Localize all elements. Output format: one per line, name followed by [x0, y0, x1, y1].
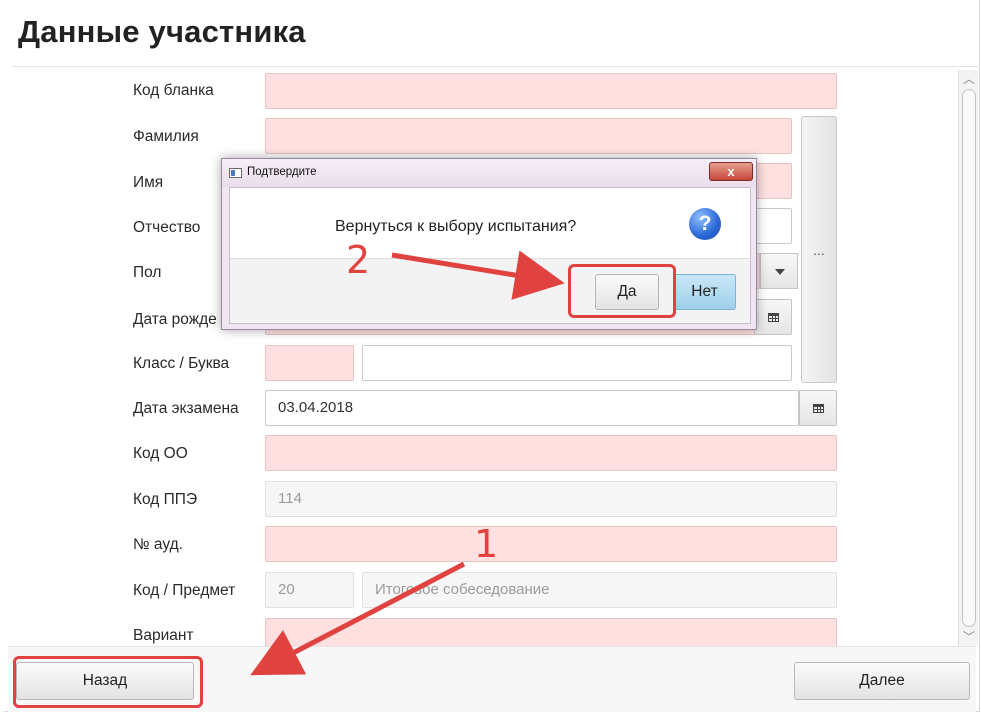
- annotation-arrows: [250, 250, 565, 676]
- arrow-to-back-button: [250, 561, 466, 676]
- arrow-to-yes-button: [391, 250, 565, 300]
